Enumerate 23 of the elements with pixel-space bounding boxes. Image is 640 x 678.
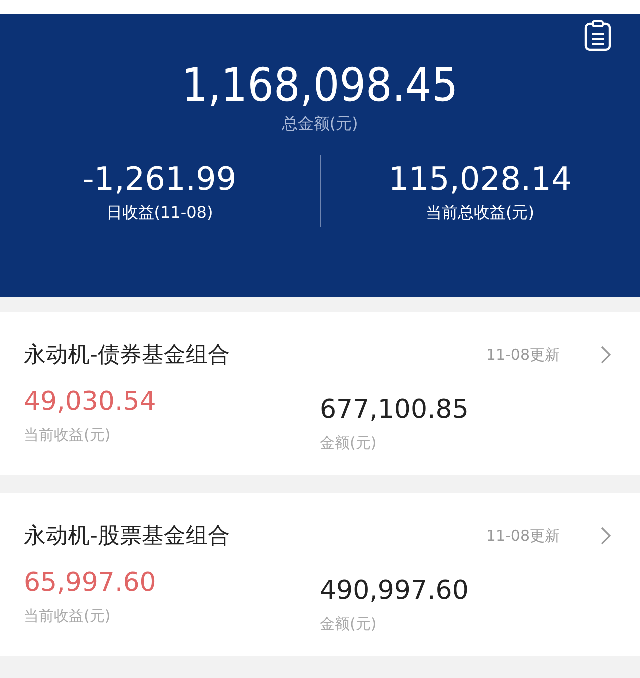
daily-profit: -1,261.99: [82, 158, 237, 198]
portfolio-profit-label: 当前收益(元): [24, 607, 112, 626]
daily-profit-label: 日收益(11-08): [106, 202, 214, 224]
portfolio-amount-label: 金额(元): [320, 615, 378, 634]
chevron-right-icon[interactable]: [600, 345, 612, 365]
portfolio-amount-label: 金额(元): [320, 434, 378, 453]
portfolio-profit: 65,997.60: [24, 567, 158, 599]
portfolio-amount: 490,997.60: [320, 575, 470, 607]
total-profit: 115,028.14: [388, 158, 572, 198]
portfolio-card[interactable]: 永动机-债券基金组合 11-08更新 49,030.54 当前收益(元) 677,100.85 金额(元): [0, 312, 640, 475]
total-amount-label: 总金额(元): [280, 114, 360, 135]
portfolio-amount: 677,100.85: [320, 394, 470, 426]
update-date: 11-08更新: [486, 346, 560, 364]
portfolio-name: 永动机-债券基金组合: [24, 342, 231, 370]
chevron-right-icon[interactable]: [600, 526, 612, 546]
portfolio-card[interactable]: 永动机-股票基金组合 11-08更新 65,997.60 当前收益(元) 490,997.60 金额(元): [0, 493, 640, 656]
portfolio-profit-label: 当前收益(元): [24, 426, 112, 445]
portfolio-profit: 49,030.54: [24, 386, 158, 418]
total-amount: 1,168,098.45: [180, 58, 460, 112]
clipboard-icon[interactable]: [583, 20, 613, 52]
total-profit-label: 当前总收益(元): [426, 202, 534, 224]
update-date: 11-08更新: [486, 526, 560, 546]
portfolio-name: 永动机-股票基金组合: [24, 523, 231, 551]
